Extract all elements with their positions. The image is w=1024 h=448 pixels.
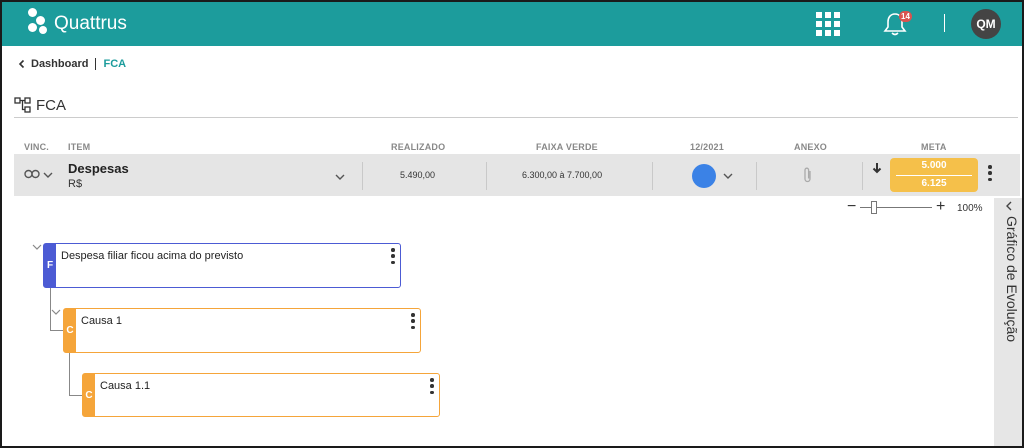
faixa-verde-value: 6.300,00 à 7.700,00	[522, 170, 603, 180]
row-more-options-icon[interactable]	[988, 165, 992, 181]
brand-name: Quattrus	[54, 13, 127, 34]
sub-cause-text: Causa 1.1	[100, 380, 151, 392]
back-chevron-icon[interactable]	[16, 58, 28, 70]
header-meta: META	[921, 142, 947, 152]
evolution-chart-label[interactable]: Gráfico de Evolução	[998, 216, 1020, 362]
fact-more-options-icon[interactable]	[391, 248, 395, 264]
meta-target-value: 5.000	[921, 160, 947, 171]
paperclip-icon[interactable]	[802, 166, 814, 184]
item-unit: R$	[68, 178, 83, 190]
cause-more-options-icon[interactable]	[411, 313, 415, 329]
status-indicator	[692, 164, 716, 188]
tree-connector	[50, 330, 64, 331]
page-title: FCA	[36, 96, 66, 114]
breadcrumb-dashboard-link[interactable]: Dashboard	[31, 58, 88, 70]
chevron-left-icon[interactable]	[1005, 201, 1013, 211]
cell-divider	[362, 162, 363, 190]
breadcrumb-separator	[95, 58, 97, 70]
quattrus-logo-icon[interactable]	[26, 8, 50, 36]
header-faixa-verde: FAIXA VERDE	[536, 142, 598, 152]
sub-cause-card[interactable]: C Causa 1.1	[82, 373, 440, 417]
fact-card[interactable]: F Despesa filiar ficou acima do previsto	[43, 243, 401, 288]
sub-cause-tag: C	[83, 374, 95, 416]
meta-badge: 5.000 6.125	[890, 158, 978, 192]
collapse-chevron-icon[interactable]	[51, 309, 61, 316]
header-period: 12/2021	[690, 142, 724, 152]
link-icon[interactable]	[24, 169, 40, 179]
header-item: ITEM	[68, 142, 91, 152]
vinc-chevron-down-icon[interactable]	[43, 172, 53, 179]
top-bar: Quattrus 14 QM	[2, 2, 1022, 46]
cause-card[interactable]: C Causa 1	[63, 308, 421, 353]
collapse-chevron-icon[interactable]	[32, 244, 42, 251]
meta-secondary-value: 6.125	[921, 178, 947, 189]
header-vinc: VINC.	[24, 142, 50, 152]
zoom-value: 100%	[957, 203, 983, 214]
zoom-slider-thumb[interactable]	[871, 201, 878, 214]
breadcrumb: Dashboard FCA	[16, 57, 126, 71]
cell-divider	[652, 162, 653, 190]
cell-divider	[862, 162, 863, 190]
fact-text: Despesa filiar ficou acima do previsto	[61, 250, 244, 262]
zoom-in-button[interactable]: +	[936, 199, 945, 215]
item-chevron-down-icon[interactable]	[335, 174, 345, 181]
header-realizado: REALIZADO	[391, 142, 446, 152]
realizado-value: 5.490,00	[400, 170, 436, 180]
cell-divider	[486, 162, 487, 190]
cause-text: Causa 1	[81, 315, 122, 327]
title-divider	[14, 117, 1018, 118]
topbar-divider	[944, 14, 945, 32]
zoom-out-button[interactable]: −	[847, 199, 856, 215]
cell-divider	[756, 162, 757, 190]
item-name: Despesas	[68, 161, 129, 176]
period-chevron-down-icon[interactable]	[723, 173, 733, 180]
fact-tag: F	[44, 244, 56, 287]
table-row[interactable]	[14, 154, 1020, 196]
meta-divider	[896, 175, 972, 176]
apps-grid-icon[interactable]	[816, 12, 840, 36]
cause-tag: C	[64, 309, 76, 352]
hierarchy-tree-icon	[14, 97, 31, 113]
breadcrumb-current: FCA	[103, 58, 127, 70]
arrow-down-icon	[872, 163, 882, 174]
tree-connector	[69, 353, 70, 395]
page-header: FCA	[14, 95, 66, 115]
tree-connector	[50, 288, 51, 331]
user-avatar[interactable]: QM	[971, 9, 1001, 39]
notification-count-badge: 14	[899, 11, 912, 22]
tree-connector	[69, 395, 83, 396]
header-anexo: ANEXO	[794, 142, 828, 152]
app-window: Quattrus 14 QM Dashboard FCA FCA VINC. I…	[0, 0, 1024, 448]
sub-cause-more-options-icon[interactable]	[430, 378, 434, 394]
